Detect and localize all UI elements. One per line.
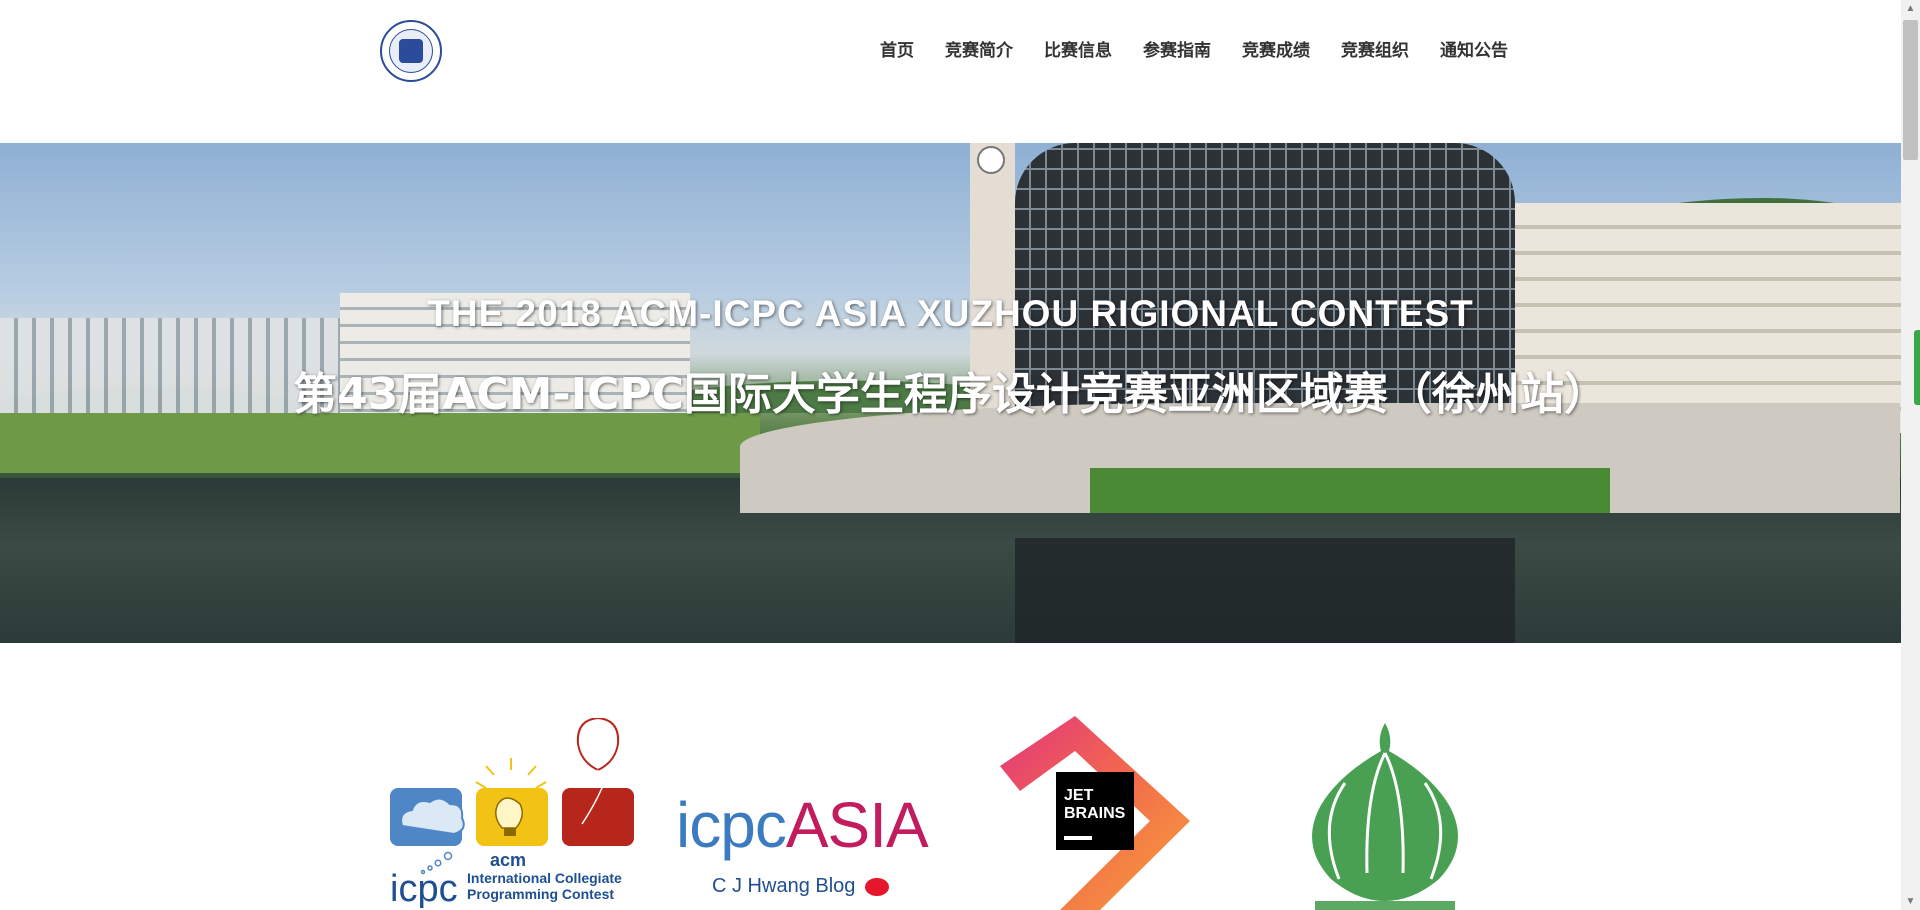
nav-item-organization[interactable]: 竞赛组织 (1341, 36, 1409, 61)
blog-link[interactable]: C J Hwang Blog (712, 875, 890, 898)
nav-item-results[interactable]: 竞赛成绩 (1242, 36, 1310, 61)
garlic-logo[interactable] (1290, 723, 1480, 910)
clock-icon (977, 146, 1005, 174)
university-seal-icon (389, 29, 433, 73)
svg-text:Programming Contest: Programming Contest (467, 886, 614, 902)
icpc-asia-lower: icpc (676, 789, 787, 861)
blog-label: C J Hwang Blog (712, 875, 856, 897)
svg-text:icpc: icpc (390, 868, 458, 908)
nav-item-notices[interactable]: 通知公告 (1440, 36, 1508, 61)
nav-item-intro[interactable]: 竞赛简介 (945, 36, 1013, 61)
hero-title-chinese: 第43届ACM-ICPC国际大学生程序设计竞赛亚洲区域赛（徐州站） (293, 369, 1608, 420)
acm-icpc-logo[interactable]: acm icpc International Collegiate Progra… (390, 716, 635, 910)
icpc-asia-upper: ASIA (785, 789, 929, 861)
scroll-down-icon[interactable]: ▼ (1904, 895, 1917, 908)
side-widget-tab[interactable] (1914, 330, 1920, 405)
scroll-up-icon[interactable]: ▲ (1904, 2, 1917, 15)
scrollbar-thumb[interactable] (1903, 20, 1918, 160)
acm-icpc-logo-graphic: acm icpc International Collegiate Progra… (390, 716, 634, 910)
hero-lawn-left (0, 413, 760, 473)
page-scrollbar[interactable]: ▲ ▼ (1901, 0, 1920, 910)
hero-reflection (1015, 538, 1515, 643)
weibo-icon[interactable] (865, 877, 890, 896)
nav-item-home[interactable]: 首页 (880, 36, 914, 61)
nav-item-guide[interactable]: 参赛指南 (1143, 36, 1211, 61)
nav-item-contest-info[interactable]: 比赛信息 (1044, 36, 1112, 61)
svg-text:International Collegiate: International Collegiate (467, 870, 622, 886)
university-logo[interactable] (380, 20, 442, 82)
icpc-asia-logo[interactable]: icpcASIA (676, 788, 936, 888)
svg-text:BRAINS: BRAINS (1064, 805, 1126, 822)
svg-text:JET: JET (1064, 787, 1094, 804)
jetbrains-logo[interactable]: JET BRAINS (1000, 716, 1190, 910)
hero-banner: THE 2018 ACM-ICPC ASIA XUZHOU RIGIONAL C… (0, 143, 1901, 643)
svg-text:acm: acm (490, 850, 526, 870)
jetbrains-logo-graphic: JET BRAINS (1000, 716, 1190, 910)
site-header: 首页 竞赛简介 比赛信息 参赛指南 竞赛成绩 竞赛组织 通知公告 (0, 0, 1901, 143)
hero-lawn (1090, 468, 1610, 513)
sponsors-section: acm icpc International Collegiate Progra… (0, 643, 1901, 910)
hero-title-english: THE 2018 ACM-ICPC ASIA XUZHOU RIGIONAL C… (427, 293, 1474, 334)
garlic-icon (1312, 723, 1458, 910)
main-nav: 首页 竞赛简介 比赛信息 参赛指南 竞赛成绩 竞赛组织 通知公告 (880, 36, 1508, 61)
